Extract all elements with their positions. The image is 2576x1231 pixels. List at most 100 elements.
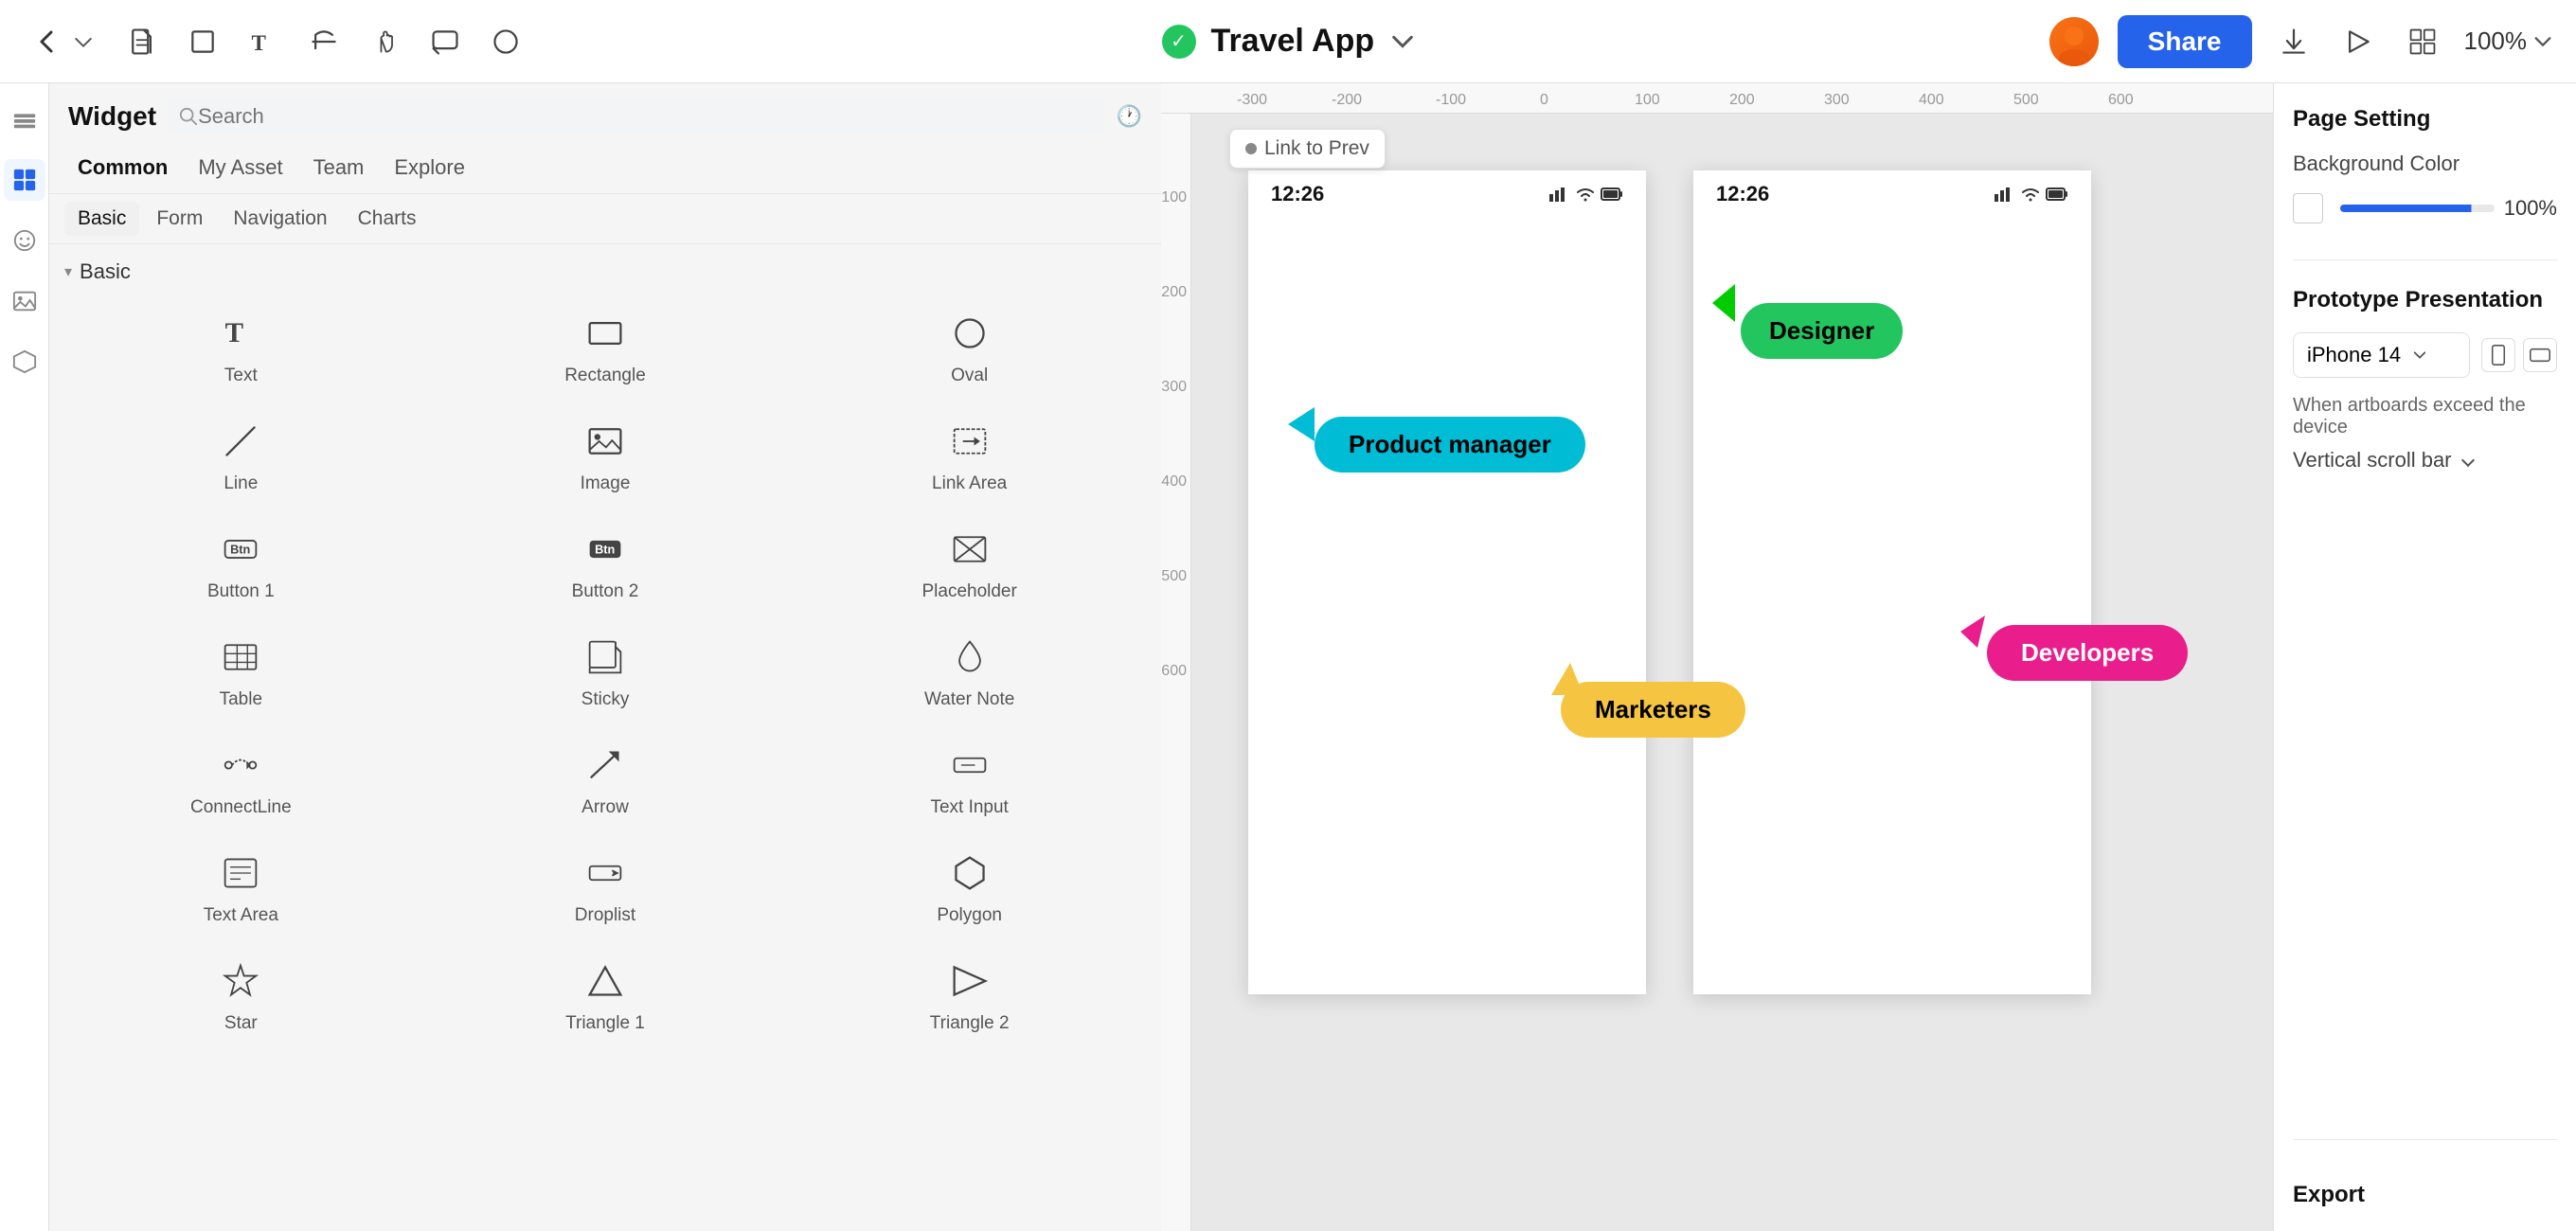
- color-preview[interactable]: [2293, 193, 2331, 223]
- avatar[interactable]: [2049, 17, 2099, 66]
- widget-button1[interactable]: Btn Button 1: [61, 511, 421, 616]
- file-button[interactable]: [119, 19, 165, 64]
- product-manager-arrow-icon: [1288, 407, 1322, 441]
- tab-team[interactable]: Team: [300, 150, 378, 186]
- widget-text-input-label: Text Input: [930, 797, 1008, 818]
- widget-connect-line[interactable]: ConnectLine: [61, 727, 421, 831]
- developers-label[interactable]: Developers: [1987, 625, 2188, 681]
- strikethrough-button[interactable]: [301, 19, 347, 64]
- check-circle: ✓: [1162, 25, 1196, 59]
- widget-button2-label: Button 2: [572, 581, 639, 602]
- emoji-button[interactable]: [4, 220, 45, 261]
- widget-text-icon: T: [216, 309, 265, 358]
- widget-text[interactable]: T Text: [61, 295, 421, 400]
- canvas-work-area[interactable]: Link to Prev 12:26: [1191, 114, 2273, 1231]
- download-icon: [2279, 27, 2309, 57]
- device-selector[interactable]: iPhone 14: [2293, 332, 2470, 378]
- device-row[interactable]: iPhone 14: [2293, 332, 2557, 378]
- widget-arrow-label: Arrow: [581, 797, 629, 818]
- download-button[interactable]: [2271, 19, 2317, 64]
- widget-button[interactable]: [4, 159, 45, 201]
- widget-tabs: Common My Asset Team Explore: [49, 142, 1161, 194]
- history-icon[interactable]: 🕐: [1117, 104, 1142, 129]
- device-chevron-icon: [2412, 348, 2427, 363]
- widget-triangle2[interactable]: Triangle 2: [789, 943, 1150, 1047]
- comment-button[interactable]: [422, 19, 468, 64]
- landscape-button[interactable]: [2523, 338, 2557, 372]
- subtab-form[interactable]: Form: [143, 202, 216, 236]
- time-2: 12:26: [1716, 182, 1769, 206]
- designer-label[interactable]: Designer: [1741, 303, 1903, 359]
- bg-color-control[interactable]: 100%: [2293, 193, 2557, 223]
- widget-rectangle-label: Rectangle: [564, 366, 646, 386]
- widget-triangle1[interactable]: Triangle 1: [425, 943, 786, 1047]
- color-swatch[interactable]: [2293, 193, 2323, 223]
- share-button[interactable]: Share: [2118, 15, 2252, 68]
- shape-icon: [491, 27, 521, 57]
- component-button[interactable]: [4, 341, 45, 383]
- widget-text-input[interactable]: Text Input: [789, 727, 1150, 831]
- search-icon: [179, 107, 198, 126]
- widget-line-icon: [216, 417, 265, 466]
- image-button[interactable]: [4, 280, 45, 322]
- widget-table[interactable]: Table: [61, 619, 421, 723]
- widget-triangle1-label: Triangle 1: [565, 1013, 645, 1034]
- widget-button1-icon: Btn: [216, 525, 265, 574]
- widget-star[interactable]: Star: [61, 943, 421, 1047]
- text-tool-button[interactable]: T: [241, 19, 286, 64]
- search-box[interactable]: [168, 98, 1105, 134]
- widget-connect-line-icon: [216, 740, 265, 790]
- widget-placeholder[interactable]: Placeholder: [789, 511, 1150, 616]
- widget-button2[interactable]: Btn Button 2: [425, 511, 786, 616]
- widget-polygon[interactable]: Polygon: [789, 835, 1150, 939]
- widget-sticky[interactable]: Sticky: [425, 619, 786, 723]
- portrait-button[interactable]: [2481, 338, 2515, 372]
- product-manager-label[interactable]: Product manager: [1315, 417, 1585, 473]
- title-chevron-icon[interactable]: [1389, 28, 1416, 55]
- grid-button[interactable]: [2400, 19, 2445, 64]
- frame-button[interactable]: [180, 19, 225, 64]
- tab-explore[interactable]: Explore: [381, 150, 478, 186]
- phone-status-bar-2: 12:26: [1693, 170, 2091, 218]
- subtab-basic[interactable]: Basic: [64, 202, 139, 236]
- marketers-label[interactable]: Marketers: [1561, 682, 1745, 738]
- tab-my-asset[interactable]: My Asset: [185, 150, 295, 186]
- section-header-basic[interactable]: ▾ Basic: [49, 252, 1161, 292]
- widget-triangle2-icon: [945, 956, 994, 1006]
- widget-water-note[interactable]: Water Note: [789, 619, 1150, 723]
- widget-section-basic: ▾ Basic T Text: [49, 244, 1161, 1059]
- widget-sticky-icon: [581, 633, 630, 682]
- widget-text-area[interactable]: Text Area: [61, 835, 421, 939]
- zoom-control[interactable]: 100%: [2464, 27, 2554, 56]
- zoom-chevron-icon: [2532, 31, 2553, 52]
- hand-tool-button[interactable]: [362, 19, 407, 64]
- bg-color-row: Background Color: [2293, 152, 2557, 176]
- play-button[interactable]: [2335, 19, 2381, 64]
- orientation-buttons[interactable]: [2481, 338, 2557, 372]
- widget-image[interactable]: Image: [425, 403, 786, 508]
- widget-droplist[interactable]: Droplist: [425, 835, 786, 939]
- subtab-navigation[interactable]: Navigation: [220, 202, 340, 236]
- canvas-container[interactable]: -300 -200 -100 0 100 200 300 400 500 600…: [1161, 83, 2273, 1231]
- widget-polygon-label: Polygon: [937, 905, 1002, 926]
- shape-button[interactable]: [483, 19, 528, 64]
- link-to-prev-button[interactable]: Link to Prev: [1229, 129, 1386, 169]
- widget-rectangle[interactable]: Rectangle: [425, 295, 786, 400]
- subtab-charts[interactable]: Charts: [345, 202, 430, 236]
- scroll-setting-area: When artboards exceed the device Vertica…: [2293, 395, 2557, 473]
- back-button[interactable]: [23, 17, 104, 66]
- widget-line[interactable]: Line: [61, 403, 421, 508]
- scroll-option-selector[interactable]: Vertical scroll bar: [2293, 448, 2557, 473]
- artboard-2: 12:26: [1693, 170, 2091, 994]
- layers-button[interactable]: [4, 98, 45, 140]
- text-tool-icon: T: [248, 27, 278, 57]
- widget-arrow[interactable]: Arrow: [425, 727, 786, 831]
- search-input[interactable]: [198, 104, 1094, 129]
- opacity-slider[interactable]: [2340, 205, 2495, 212]
- tab-common[interactable]: Common: [64, 150, 181, 186]
- widget-link-area[interactable]: Link Area: [789, 403, 1150, 508]
- app-title: Travel App: [1211, 23, 1375, 60]
- widget-oval[interactable]: Oval: [789, 295, 1150, 400]
- designer-group: Designer: [1741, 303, 1903, 359]
- widget-star-icon: [216, 956, 265, 1006]
